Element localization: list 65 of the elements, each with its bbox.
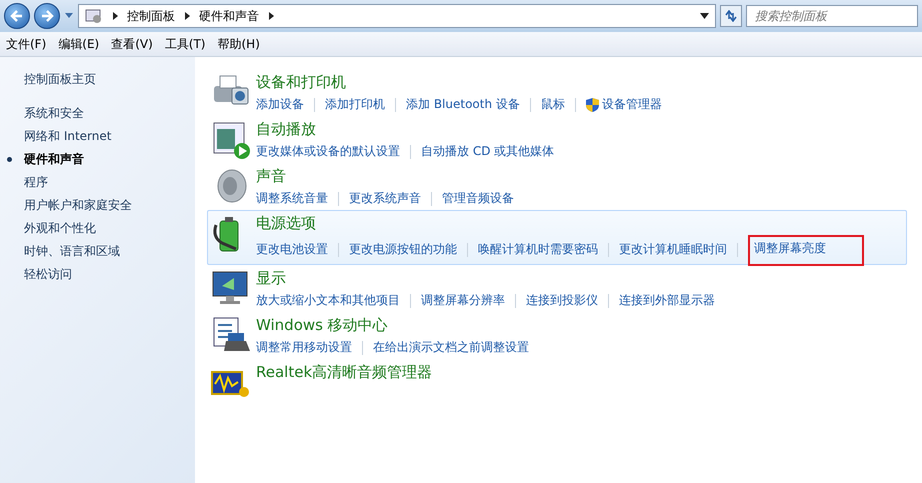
task-link[interactable]: 管理音频设备 — [438, 188, 518, 209]
task-link[interactable]: 连接到外部显示器 — [615, 290, 719, 311]
sidebar-item[interactable]: 用户帐户和家庭安全 — [24, 194, 195, 217]
back-button[interactable] — [4, 3, 30, 29]
task-link[interactable]: 自动播放 CD 或其他媒体 — [417, 141, 558, 162]
category-title[interactable]: 电源选项 — [256, 213, 864, 233]
category-title[interactable]: 显示 — [256, 268, 719, 288]
sidebar-item[interactable]: 轻松访问 — [24, 263, 195, 286]
task-link[interactable]: 调整屏幕分辨率 — [417, 290, 509, 311]
category-title[interactable]: 设备和打印机 — [256, 72, 666, 92]
category-row[interactable]: Windows 移动中心 调整常用移动设置 在给出演示文档之前调整设置 — [207, 312, 907, 359]
category-row[interactable]: 设备和打印机 添加设备 添加打印机 添加 Bluetooth 设备 鼠标 设备管理器 — [207, 69, 907, 116]
sidebar-item[interactable]: 程序 — [24, 171, 195, 194]
task-link[interactable]: 调整系统音量 — [256, 188, 332, 209]
sidebar-item[interactable]: 时钟、语言和区域 — [24, 240, 195, 263]
sidebar-item[interactable]: 网络和 Internet — [24, 125, 195, 148]
category-row[interactable]: 声音 调整系统音量 更改系统声音 管理音频设备 — [207, 163, 907, 210]
task-link[interactable]: 更改电池设置 — [256, 239, 332, 260]
task-link[interactable]: 唤醒计算机时需要密码 — [474, 239, 602, 260]
menu-item[interactable]: 文件(F) — [0, 36, 52, 52]
task-link[interactable]: 更改系统声音 — [345, 188, 425, 209]
task-link[interactable]: 鼠标 — [536, 94, 569, 115]
sidebar-item[interactable]: 硬件和声音 — [7, 148, 195, 171]
task-link[interactable]: 更改计算机睡眠时间 — [615, 239, 731, 260]
category-row[interactable]: 自动播放 更改媒体或设备的默认设置 自动播放 CD 或其他媒体 — [207, 116, 907, 163]
control-panel-icon — [85, 8, 103, 24]
menu-item[interactable]: 工具(T) — [158, 36, 212, 52]
category-row-hover[interactable]: 电源选项 更改电池设置 更改电源按钮的功能 唤醒计算机时需要密码 更改计算机睡眠时间 调整屏幕亮度 — [207, 210, 907, 265]
task-link[interactable]: 连接到投影仪 — [522, 290, 602, 311]
task-link[interactable]: 更改电源按钮的功能 — [345, 239, 461, 260]
sidebar-item[interactable]: 系统和安全 — [24, 102, 195, 125]
category-title[interactable]: 自动播放 — [256, 119, 558, 139]
task-link[interactable]: 添加设备 — [256, 94, 308, 115]
menu-item[interactable]: 帮助(H) — [212, 36, 266, 52]
chevron-icon[interactable] — [267, 12, 275, 20]
task-link[interactable]: 添加打印机 — [321, 94, 389, 115]
chevron-icon[interactable] — [183, 12, 191, 20]
task-link[interactable]: 设备管理器 — [582, 94, 666, 115]
sidebar-item[interactable]: 外观和个性化 — [24, 217, 195, 240]
forward-button[interactable] — [34, 3, 60, 29]
task-link[interactable]: 放大或缩小文本和其他项目 — [256, 290, 404, 311]
address-bar[interactable]: 控制面板 硬件和声音 — [78, 4, 716, 28]
breadcrumb[interactable]: 控制面板 — [127, 8, 175, 24]
menu-item[interactable]: 编辑(E) — [52, 36, 106, 52]
category-title[interactable]: 声音 — [256, 166, 518, 186]
task-link[interactable]: 添加 Bluetooth 设备 — [402, 94, 524, 115]
refresh-icon — [724, 10, 738, 22]
task-link[interactable]: 调整屏幕亮度 — [748, 235, 864, 266]
category-title[interactable]: Realtek高清晰音频管理器 — [256, 362, 432, 382]
sidebar-link[interactable]: 控制面板主页 — [24, 71, 195, 88]
refresh-button[interactable] — [720, 5, 742, 27]
shield-icon — [586, 98, 599, 112]
breadcrumb[interactable]: 硬件和声音 — [199, 8, 259, 24]
task-link[interactable]: 在给出演示文档之前调整设置 — [369, 337, 533, 358]
task-link[interactable]: 更改媒体或设备的默认设置 — [256, 141, 404, 162]
search-field[interactable]: 搜索控制面板 — [746, 5, 918, 27]
chevron-icon[interactable] — [111, 12, 119, 20]
category-row[interactable]: 显示 放大或缩小文本和其他项目 调整屏幕分辨率 连接到投影仪 连接到外部显示器 — [207, 265, 907, 312]
dropdown-icon[interactable] — [700, 13, 709, 19]
category-title[interactable]: Windows 移动中心 — [256, 315, 533, 335]
task-link[interactable]: 调整常用移动设置 — [256, 337, 356, 358]
right-arrow-icon — [40, 9, 54, 23]
category-row[interactable]: Realtek高清晰音频管理器 — [207, 359, 907, 406]
left-arrow-icon — [10, 9, 24, 23]
menu-item[interactable]: 查看(V) — [105, 36, 159, 52]
